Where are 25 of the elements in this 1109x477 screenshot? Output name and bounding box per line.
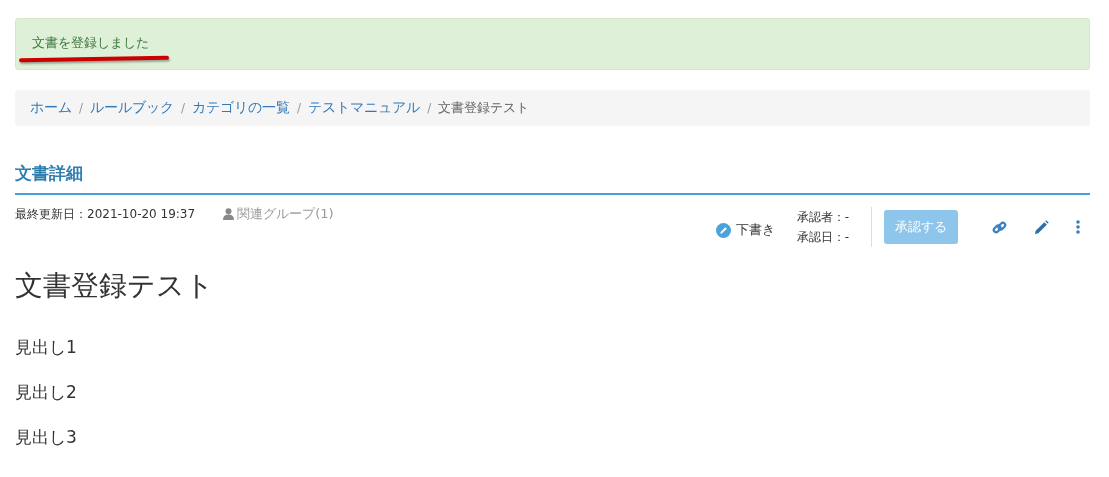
document-title: 文書登録テスト — [15, 268, 215, 304]
document-heading: 見出し2 — [15, 382, 78, 402]
pencil-circle-icon — [715, 222, 731, 238]
last-updated-text: 最終更新日：2021-10-20 19:37 — [15, 206, 196, 223]
document-heading: 見出し1 — [15, 337, 78, 357]
breadcrumb-link[interactable]: ルールブック — [90, 99, 175, 117]
link-icon[interactable] — [992, 219, 1007, 235]
breadcrumb-link[interactable]: ホーム — [30, 99, 72, 117]
approval-date-text: 承認日：- — [796, 229, 849, 246]
breadcrumb-separator: / — [427, 101, 432, 115]
draft-status: 下書き — [715, 221, 775, 239]
breadcrumb-link[interactable]: カテゴリの一覧 — [192, 99, 291, 117]
breadcrumb-separator: / — [297, 101, 302, 115]
more-icon[interactable] — [1076, 220, 1080, 234]
approver-text: 承認者：- — [796, 209, 849, 226]
breadcrumb-current: 文書登録テスト — [438, 99, 530, 117]
breadcrumb-separator: / — [79, 101, 84, 115]
pencil-icon[interactable] — [1034, 219, 1049, 235]
section-title: 文書詳細 — [15, 162, 1090, 195]
alert-message: 文書を登録しました — [32, 34, 149, 52]
related-groups-link[interactable]: 関連グループ(1) — [223, 205, 334, 223]
document-heading: 見出し3 — [15, 427, 78, 447]
breadcrumb-link[interactable]: テストマニュアル — [308, 99, 421, 117]
user-icon — [223, 208, 235, 220]
breadcrumb-separator: / — [181, 101, 186, 115]
